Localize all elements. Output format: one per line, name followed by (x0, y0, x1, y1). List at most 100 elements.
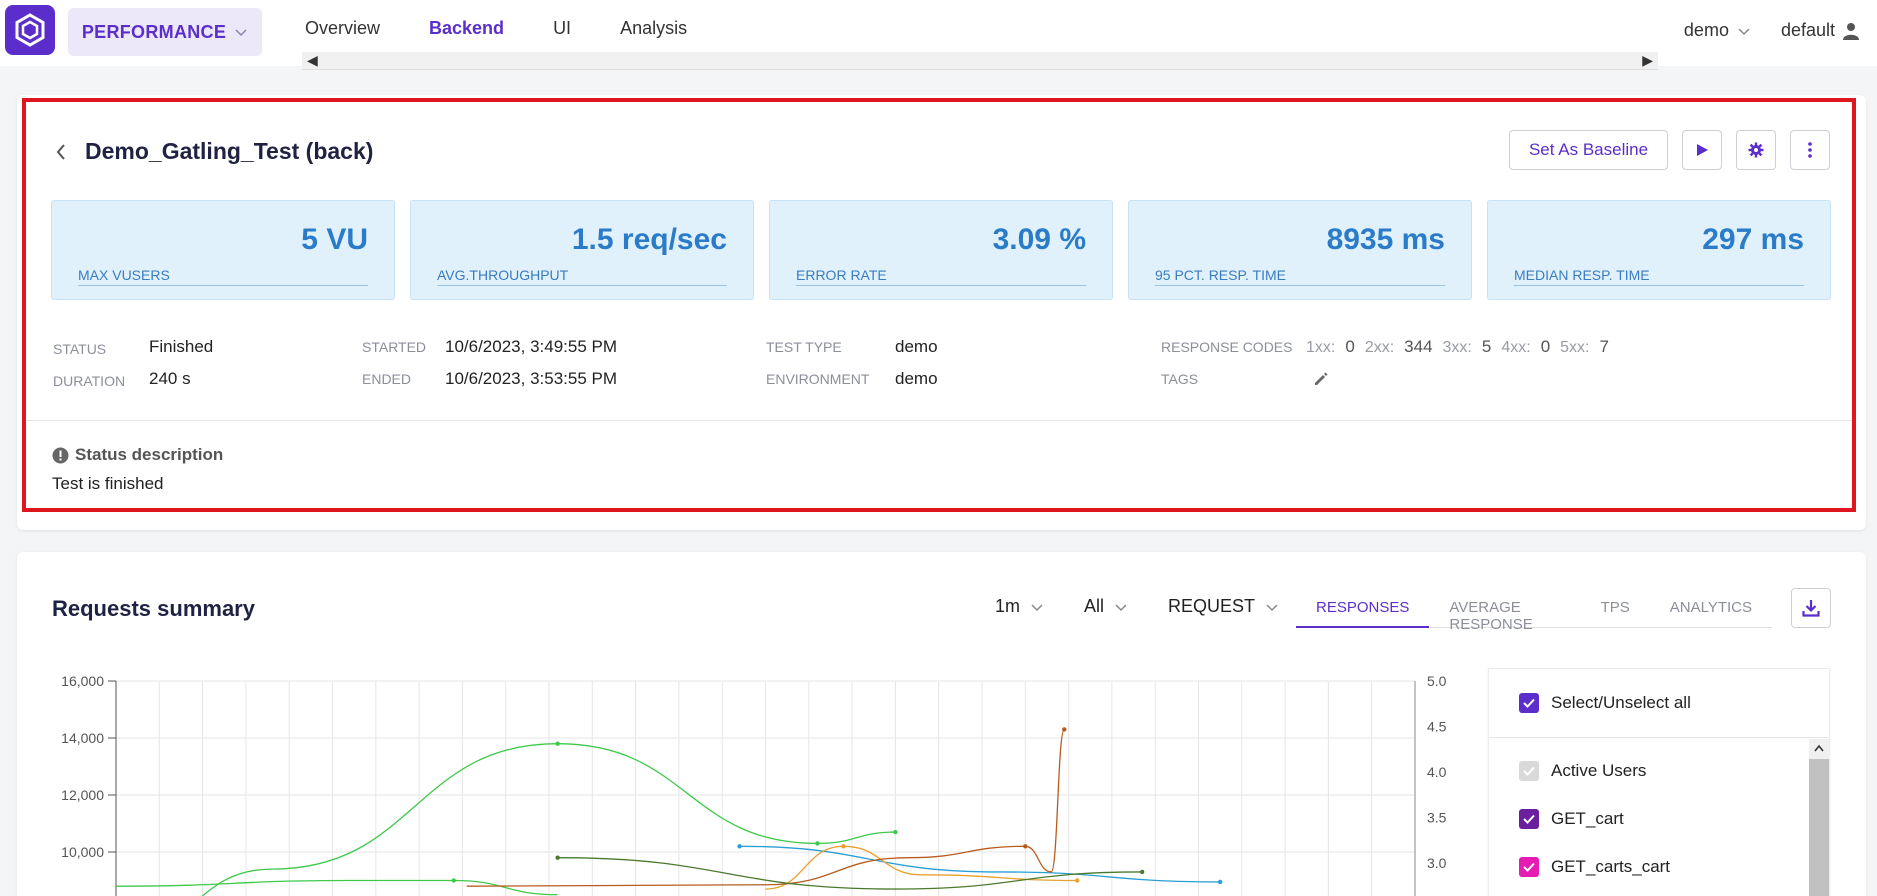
series-point (841, 844, 846, 849)
gear-icon (1748, 142, 1764, 158)
check-icon (1523, 814, 1535, 824)
legend-separator (1489, 737, 1829, 738)
test-title: Demo_Gatling_Test (back) (85, 138, 374, 164)
nav-scrollbar[interactable]: ◀ ▶ (302, 52, 1658, 70)
checkbox[interactable] (1519, 761, 1539, 781)
user-menu[interactable]: default (1781, 20, 1859, 41)
y-axis-right-tick-label: 3.0 (1427, 855, 1447, 871)
metric-avg-throughput: 1.5 req/sec AVG.THROUGHPUT (410, 200, 754, 300)
series-point (555, 855, 560, 860)
metric-label: AVG.THROUGHPUT (437, 267, 727, 286)
more-vertical-icon (1808, 142, 1812, 158)
run-test-button[interactable] (1682, 130, 1722, 170)
series-point (1075, 878, 1080, 883)
top-bar: PERFORMANCE Overview Backend UI Analysis… (0, 0, 1877, 70)
tab-analytics[interactable]: ANALYTICS (1650, 588, 1772, 628)
nav-overview[interactable]: Overview (305, 18, 380, 39)
back-arrow-icon[interactable] (55, 143, 67, 161)
legend-item-get-cart[interactable]: GET_cart (1519, 809, 1624, 829)
legend-item-label: Active Users (1551, 761, 1647, 780)
requests-summary-title: Requests summary (52, 596, 255, 621)
logo-icon (15, 13, 45, 47)
legend-scrollbar-thumb[interactable] (1809, 759, 1829, 896)
chart-controls: 1m All REQUEST (995, 596, 1319, 617)
user-name: default (1780, 20, 1835, 40)
checkbox[interactable] (1519, 693, 1539, 713)
y-axis-right-tick-label: 5.0 (1427, 673, 1447, 689)
code-value: 344 (1404, 337, 1433, 356)
chevron-down-icon (1266, 603, 1278, 611)
nav-ui[interactable]: UI (553, 18, 571, 39)
series-point (1140, 869, 1145, 875)
legend-item-get-carts-cart[interactable]: GET_carts_cart (1519, 857, 1670, 877)
series-point (737, 844, 742, 849)
code-value: 5 (1481, 337, 1492, 356)
top-nav: Overview Backend UI Analysis (305, 18, 736, 39)
play-icon (1697, 144, 1708, 156)
checkbox[interactable] (1519, 857, 1539, 877)
series-point (555, 741, 560, 746)
tab-average-response[interactable]: AVERAGE RESPONSE (1429, 588, 1580, 633)
duration-value: 240 s (149, 369, 191, 388)
aggregation-select[interactable]: REQUEST (1168, 596, 1279, 617)
status-description-title: Status description (75, 445, 224, 464)
ended-label: ENDED (362, 371, 412, 387)
select-all-label: Select/Unselect all (1551, 693, 1691, 712)
interval-select[interactable]: 1m (995, 596, 1044, 617)
nav-analysis[interactable]: Analysis (620, 18, 687, 39)
metric-value: 1.5 req/sec (571, 223, 727, 256)
download-button[interactable] (1791, 588, 1831, 628)
metric-cards: 5 VU MAX VUSERS 1.5 req/sec AVG.THROUGHP… (51, 200, 1831, 300)
code-value: 0 (1540, 337, 1551, 356)
series-line (115, 879, 558, 896)
info-exclamation-icon (52, 447, 69, 463)
checkbox[interactable] (1519, 809, 1539, 829)
module-selector[interactable]: PERFORMANCE (68, 8, 262, 56)
status-label: STATUS (53, 341, 107, 357)
code-key: 5xx: (1560, 339, 1590, 356)
download-icon (1802, 600, 1820, 617)
scroll-right-icon[interactable]: ▶ (1642, 52, 1653, 69)
project-selector[interactable]: demo (1684, 20, 1751, 41)
ended-value: 10/6/2023, 3:53:55 PM (445, 369, 618, 388)
tab-responses[interactable]: RESPONSES (1296, 588, 1430, 628)
interval-value: 1m (995, 596, 1021, 616)
nav-backend[interactable]: Backend (429, 18, 504, 39)
settings-button[interactable] (1736, 130, 1776, 170)
app-logo[interactable] (5, 5, 55, 55)
code-key: 2xx: (1364, 339, 1395, 356)
code-key: 3xx: (1442, 339, 1472, 356)
metric-value: 8935 ms (1326, 223, 1445, 256)
metric-error-rate: 3.09 % ERROR RATE (769, 200, 1113, 300)
legend-item-active-users[interactable]: Active Users (1519, 761, 1646, 781)
module-label: PERFORMANCE (81, 21, 227, 42)
code-key: 1xx: (1306, 339, 1336, 356)
series-point (893, 829, 898, 835)
scroll-left-icon[interactable]: ◀ (307, 52, 318, 69)
legend-item-label: GET_cart (1551, 809, 1624, 828)
tab-tps[interactable]: TPS (1581, 588, 1650, 628)
environment-label: ENVIRONMENT (766, 371, 870, 387)
more-button[interactable] (1790, 130, 1830, 170)
metric-label: 95 PCT. RESP. TIME (1155, 267, 1445, 286)
select-all-toggle[interactable]: Select/Unselect all (1519, 693, 1691, 713)
started-value: 10/6/2023, 3:49:55 PM (445, 337, 618, 356)
metric-value: 3.09 % (992, 223, 1086, 256)
chevron-up-icon[interactable] (1813, 743, 1825, 753)
code-value: 0 (1345, 337, 1355, 356)
user-area: demo default (1684, 20, 1859, 41)
series-point (1217, 879, 1223, 885)
status-description-heading: Status description (52, 445, 223, 465)
series-point (451, 878, 456, 883)
duration-label: DURATION (53, 373, 126, 389)
set-baseline-button[interactable]: Set As Baseline (1509, 130, 1668, 170)
metric-median-resp-time: 297 ms MEDIAN RESP. TIME (1487, 200, 1831, 300)
edit-pencil-icon[interactable] (1313, 371, 1329, 387)
chevron-down-icon (235, 29, 247, 37)
filter-select[interactable]: All (1084, 596, 1128, 617)
chevron-down-icon (1115, 603, 1127, 611)
y-axis-left-tick-label: 10,000 (61, 844, 104, 860)
check-icon (1523, 698, 1535, 708)
metric-label: MAX VUSERS (78, 267, 368, 286)
metric-max-vusers: 5 VU MAX VUSERS (51, 200, 395, 300)
